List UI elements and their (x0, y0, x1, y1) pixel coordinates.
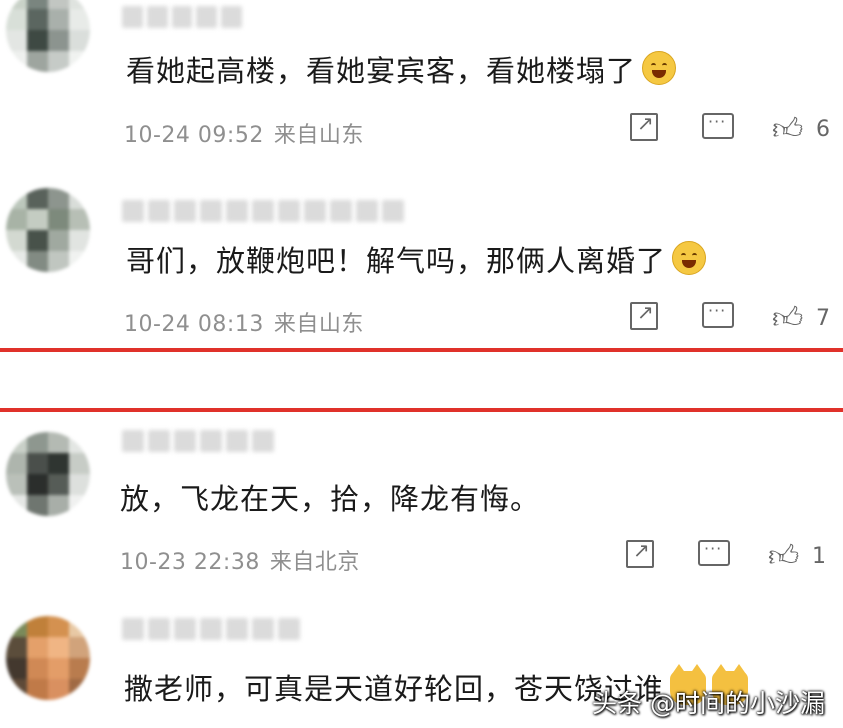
like-count: 1 (812, 544, 826, 569)
comment-item: 哥们，放鞭炮吧！解气吗，那俩人离婚了 10-24 08:13 来自山东 👍︎ 7 (0, 170, 843, 348)
comment-actions: 👍︎ 1 (626, 538, 836, 574)
avatar[interactable] (6, 432, 90, 516)
like-icon[interactable]: 👍︎ (772, 302, 806, 336)
laughing-emoji (672, 241, 707, 275)
reply-icon[interactable] (702, 112, 734, 139)
comment-text: 哥们，放鞭炮吧！解气吗，那俩人离婚了 (126, 238, 707, 280)
reply-icon[interactable] (702, 301, 734, 328)
comment-panel-top: 看她起高楼，看她宴宾客，看她楼塌了 10-24 09:52 来自山东 👍︎ 6 (0, 0, 843, 352)
comment-date: 10-23 22:38 (120, 550, 260, 575)
avatar[interactable] (6, 616, 90, 700)
comment-text: 放，飞龙在天，拾，降龙有悔。 (120, 482, 541, 516)
comment-meta: 10-24 09:52 来自山东 (124, 117, 364, 149)
like-icon[interactable]: 👍︎ (772, 113, 806, 147)
comment-date: 10-24 09:52 (124, 123, 264, 148)
username-blurred[interactable] (122, 618, 300, 642)
comment-date: 10-24 08:13 (124, 312, 264, 337)
comment-text: 看她起高楼，看她宴宾客，看她楼塌了 (126, 48, 677, 90)
comment-item: 放，飞龙在天，拾，降龙有悔。 10-23 22:38 来自北京 👍︎ 1 (0, 412, 843, 592)
avatar[interactable] (6, 188, 90, 272)
watermark: 头条 @时间的小沙漏 (592, 689, 825, 718)
share-icon[interactable] (630, 300, 658, 330)
comment-location: 来自山东 (273, 312, 364, 337)
share-icon[interactable] (626, 538, 654, 568)
comment-meta: 10-24 08:13 来自山东 (124, 306, 364, 338)
comment-item: 看她起高楼，看她宴宾客，看她楼塌了 10-24 09:52 来自山东 👍︎ 6 (0, 0, 843, 170)
comment-location: 来自北京 (269, 550, 360, 575)
comment-panel-bottom: 放，飞龙在天，拾，降龙有悔。 10-23 22:38 来自北京 👍︎ 1 (0, 408, 843, 728)
share-icon[interactable] (630, 111, 658, 141)
like-icon[interactable]: 👍︎ (768, 540, 802, 574)
laughing-emoji (642, 51, 677, 85)
reply-icon[interactable] (698, 539, 730, 566)
comment-actions: 👍︎ 7 (630, 300, 840, 336)
avatar[interactable] (6, 0, 90, 72)
comment-actions: 👍︎ 6 (630, 111, 840, 147)
username-blurred[interactable] (122, 430, 274, 454)
username-blurred[interactable] (122, 6, 242, 30)
like-count: 6 (816, 117, 830, 142)
comment-location: 来自山东 (273, 123, 364, 148)
like-count: 7 (816, 306, 830, 331)
comment-meta: 10-23 22:38 来自北京 (120, 544, 360, 576)
username-blurred[interactable] (122, 200, 404, 224)
